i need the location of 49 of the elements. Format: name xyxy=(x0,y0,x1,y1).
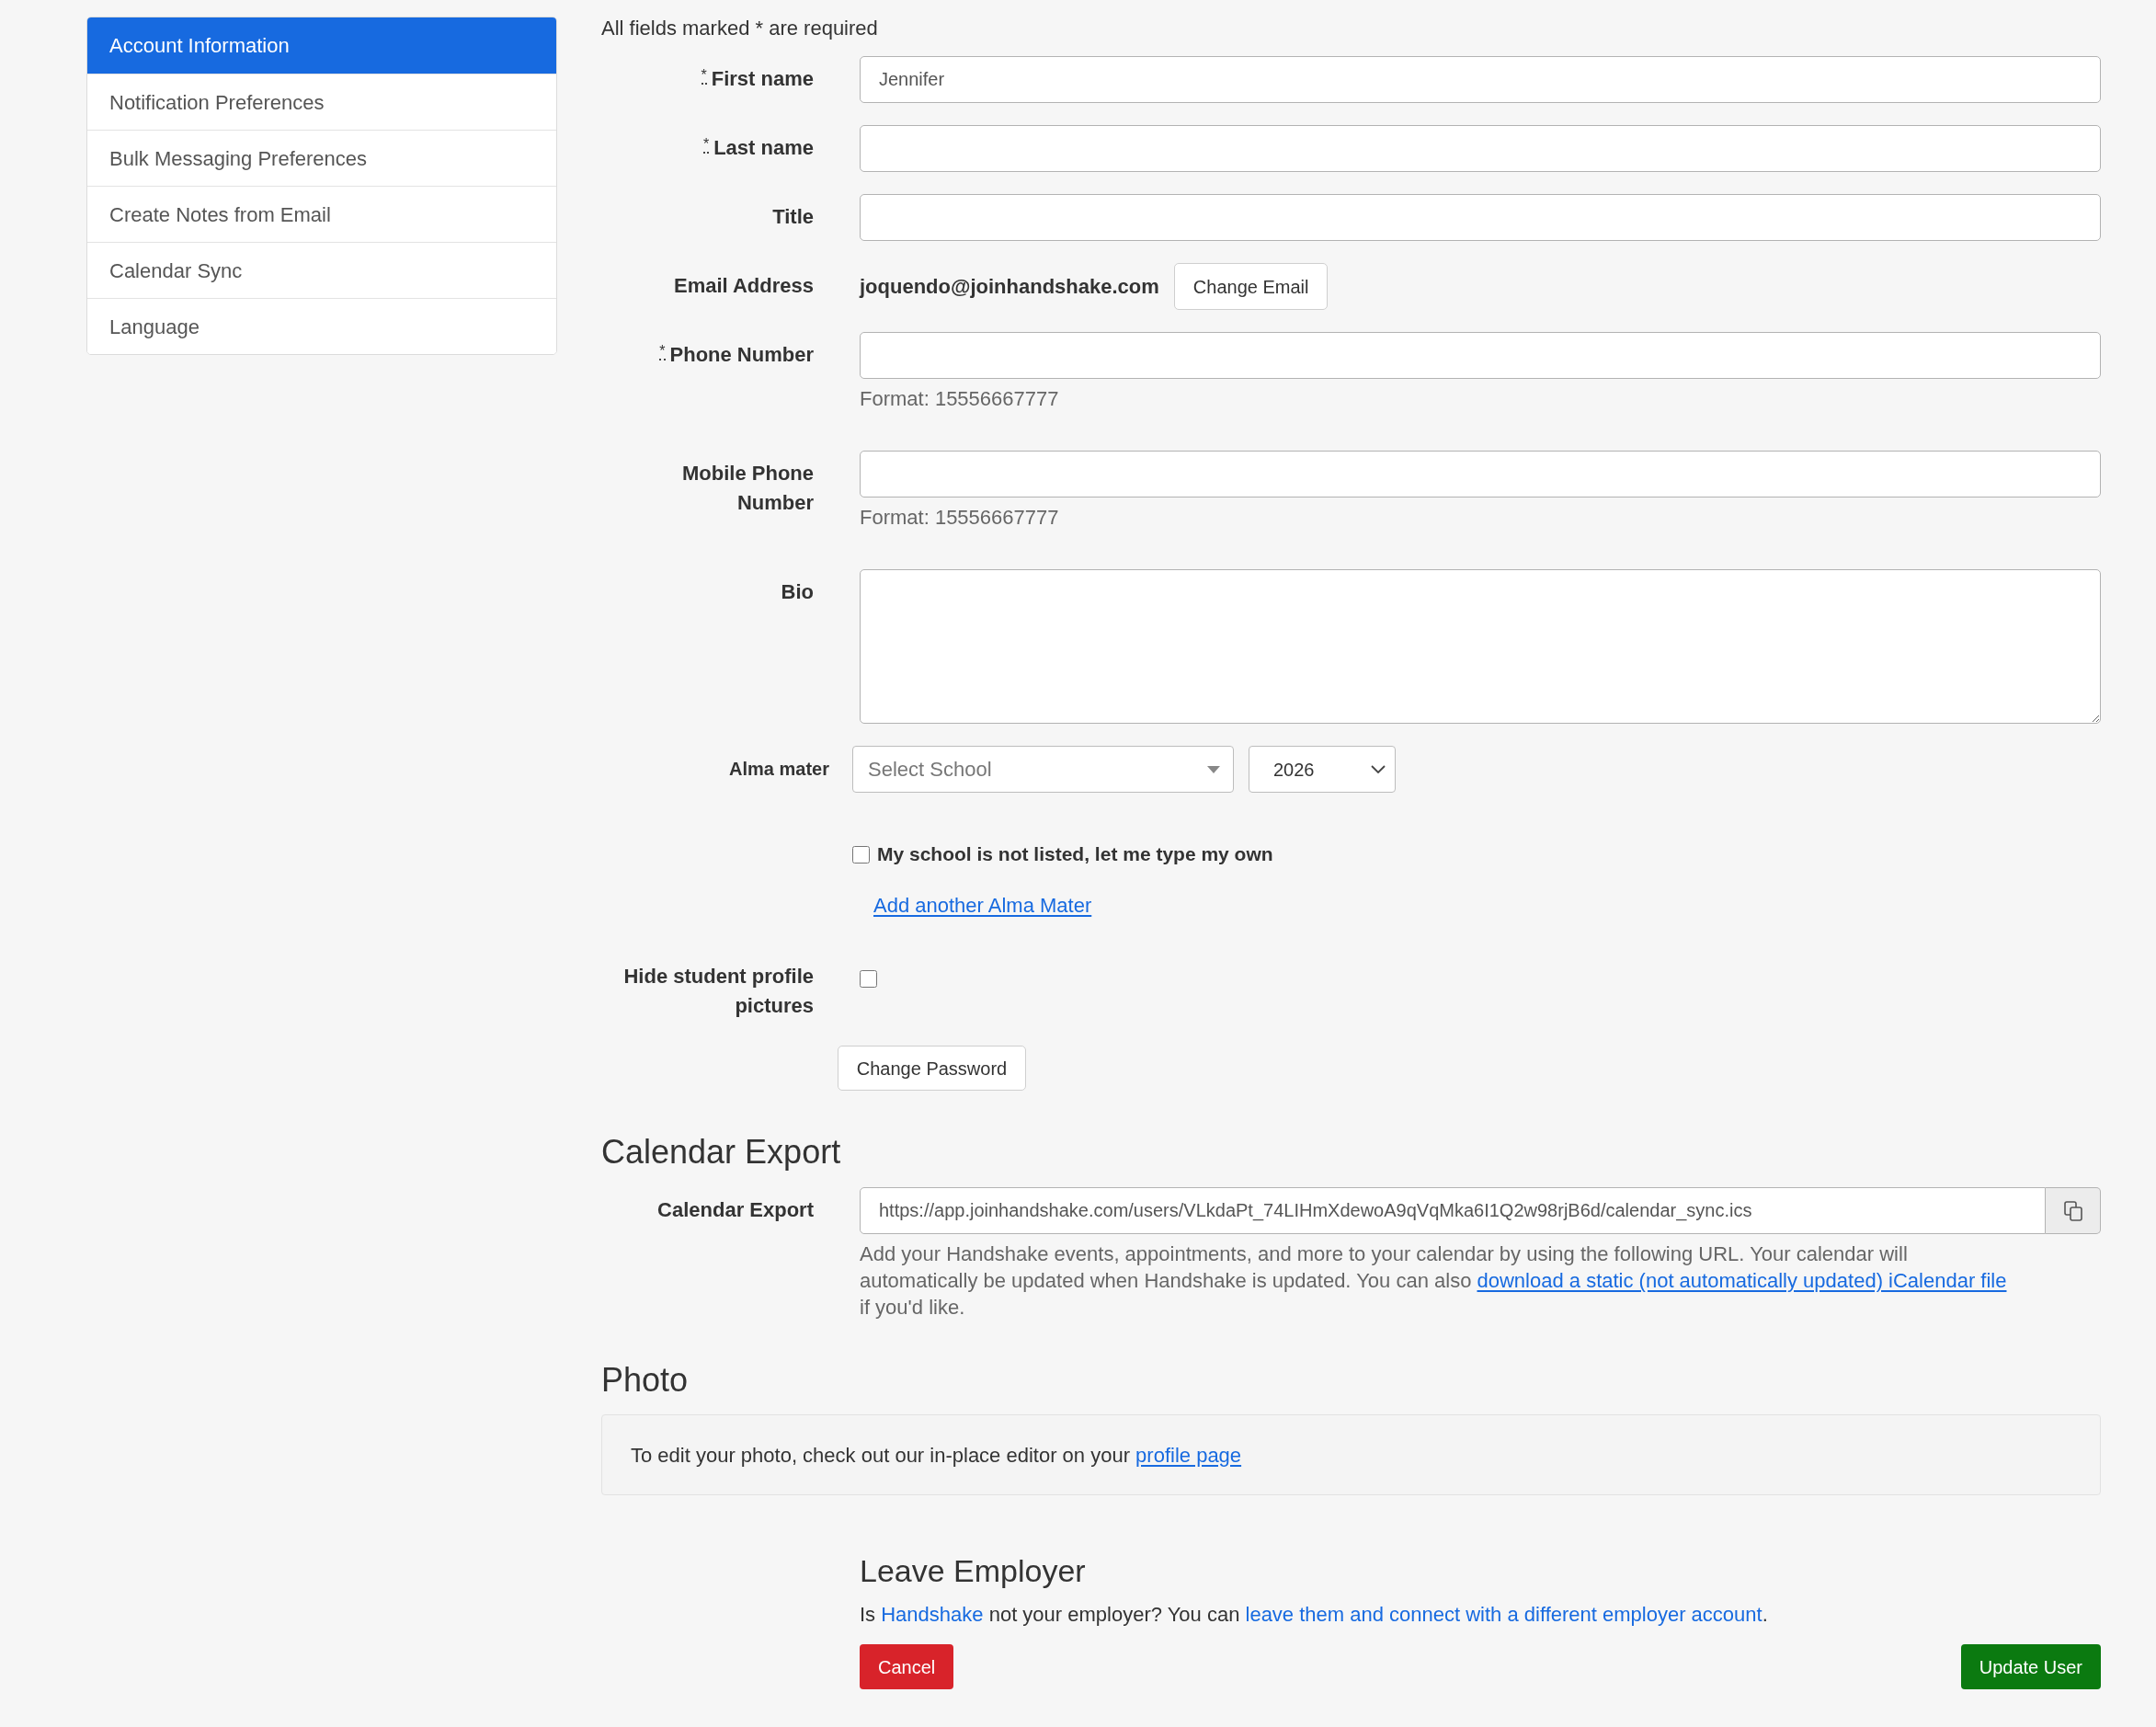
copy-button[interactable] xyxy=(2046,1187,2101,1234)
field-label: Title xyxy=(772,205,814,228)
text-link[interactable]: leave them and connect with a different employer account xyxy=(1245,1603,1762,1626)
required-asterisk: * xyxy=(702,136,710,154)
text-link[interactable]: profile page xyxy=(1135,1443,1242,1467)
calendar-url-field[interactable]: https://app.joinhandshake.com/users/VLkdaPt_74LIHmXdewoA9qVqMka6I1Q2w98rjB6d/calendar_sync.ics xyxy=(860,1187,2046,1234)
year-select[interactable]: 2026 xyxy=(1249,746,1396,793)
required-note: All fields marked * are required xyxy=(601,17,879,40)
change-email-button[interactable]: Change Email xyxy=(1173,263,1329,310)
field-label: Calendar Export xyxy=(657,1198,814,1221)
required-asterisk: * xyxy=(659,343,666,360)
text-link[interactable]: Handshake xyxy=(881,1603,984,1626)
cancel-button[interactable]: Cancel xyxy=(860,1644,954,1689)
photo-note: To edit your photo, check out our in-place editor on your profile page xyxy=(631,1442,1242,1469)
text-field[interactable] xyxy=(860,332,2101,379)
field-label: Hide student profile pictures xyxy=(623,965,814,1017)
help-text: Add your Handshake events, appointments, and more to your calendar by using the following URL. Your calendar will automatically be updated when Handshake is updated. You can also download a static (not automatically updated) iCalendar file if you'd like. xyxy=(860,1241,2008,1321)
checkbox[interactable] xyxy=(852,845,870,864)
checkbox-label: My school is not listed, let me type my own xyxy=(877,842,1273,866)
section-heading: Leave Employer xyxy=(860,1552,1087,1590)
school-select[interactable]: Select School xyxy=(852,746,1234,793)
update-user-button[interactable]: Update User xyxy=(1960,1644,2101,1689)
text-link[interactable]: download a static (not automatically updated) iCalendar file xyxy=(1477,1269,2007,1292)
required-asterisk: * xyxy=(701,67,707,85)
field-label: Mobile Phone Number xyxy=(682,462,814,514)
field-label: First name xyxy=(711,67,814,90)
caret-icon xyxy=(1207,765,1220,773)
field-label: Email Address xyxy=(673,274,814,297)
add-alma-mater-link[interactable]: Add another Alma Mater xyxy=(873,894,1092,917)
field-label: Bio xyxy=(781,580,814,603)
section-heading: Photo xyxy=(601,1360,690,1401)
field-label: Alma mater xyxy=(729,759,829,779)
format-hint: Format: 15556667777 xyxy=(860,387,1060,411)
text-field[interactable] xyxy=(860,451,2101,498)
field-label: Phone Number xyxy=(669,343,814,366)
chevron-down-icon xyxy=(1371,765,1386,773)
change-password-button[interactable]: Change Password xyxy=(838,1046,1026,1091)
checkbox[interactable] xyxy=(860,970,877,988)
sidebar-item[interactable]: Account Information xyxy=(87,17,556,74)
field-label: Last name xyxy=(713,136,814,159)
copy-icon xyxy=(2063,1200,2082,1221)
sidebar-item[interactable]: Language xyxy=(87,298,556,354)
leave-employer-text: Is Handshake not your employer? You can leave them and connect with a different employer account. xyxy=(860,1602,1769,1628)
text-field[interactable] xyxy=(860,125,2101,172)
email-address: joquendo@joinhandshake.com xyxy=(860,274,1159,300)
text-field[interactable]: Jennifer xyxy=(860,56,2101,103)
text-field[interactable] xyxy=(860,194,2101,241)
section-heading: Calendar Export xyxy=(601,1132,842,1172)
format-hint: Format: 15556667777 xyxy=(860,506,1060,530)
